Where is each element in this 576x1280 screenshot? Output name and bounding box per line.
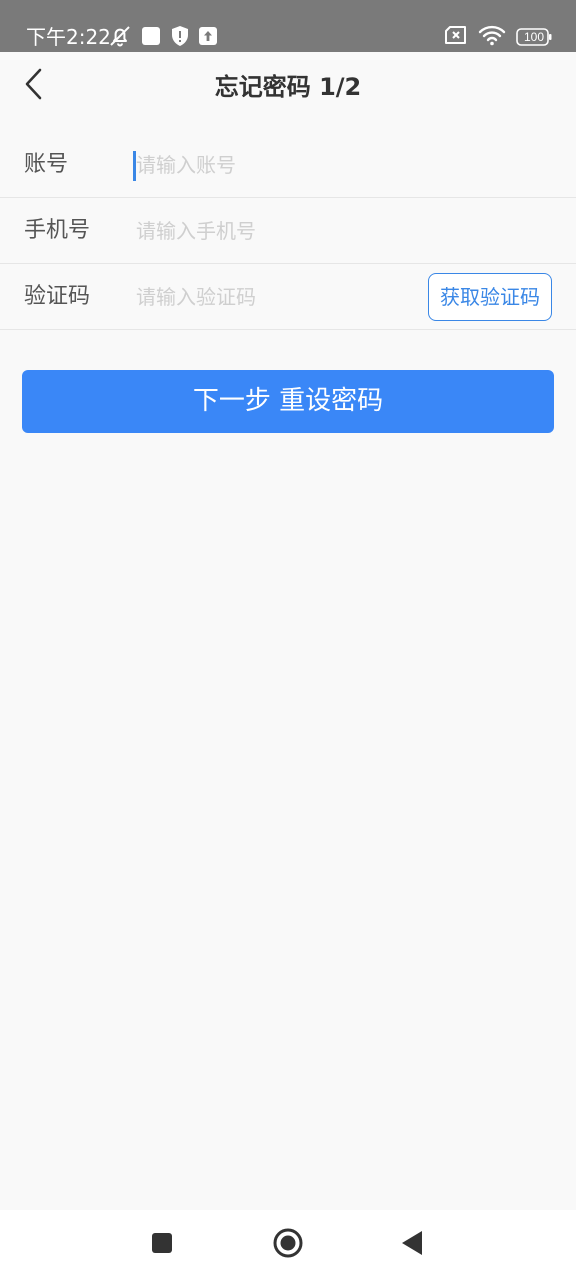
bell-off-icon xyxy=(108,24,132,52)
forgot-password-form: 账号 手机号 验证码 获取验证码 xyxy=(0,132,576,330)
status-right-icons: 100 xyxy=(444,24,552,50)
phone-label: 手机号 xyxy=(24,218,91,243)
home-button[interactable] xyxy=(268,1225,308,1265)
get-code-button[interactable]: 获取验证码 xyxy=(428,273,552,321)
home-circle-icon xyxy=(272,1227,304,1263)
back-button[interactable] xyxy=(14,66,54,106)
recents-square-icon xyxy=(150,1231,174,1259)
chevron-left-icon xyxy=(22,66,46,106)
code-row: 验证码 获取验证码 xyxy=(0,264,576,330)
status-bar: 下午2:22 100 xyxy=(0,0,576,52)
status-time: 下午2:22 xyxy=(26,25,111,49)
back-nav-button[interactable] xyxy=(392,1225,432,1265)
sim-x-icon xyxy=(444,25,468,49)
code-label: 验证码 xyxy=(24,284,91,309)
shield-icon xyxy=(170,25,190,51)
square-icon xyxy=(140,25,162,51)
account-row: 账号 xyxy=(0,132,576,198)
system-nav-bar xyxy=(0,1210,576,1280)
battery-level: 100 xyxy=(523,30,545,44)
phone-row: 手机号 xyxy=(0,198,576,264)
account-label: 账号 xyxy=(24,152,69,177)
page-title: 忘记密码 1/2 xyxy=(214,73,362,101)
battery-icon: 100 xyxy=(516,28,552,46)
text-cursor xyxy=(133,151,136,181)
app-header: 忘记密码 1/2 xyxy=(0,52,576,122)
account-input[interactable] xyxy=(132,142,412,188)
next-reset-password-button[interactable]: 下一步 重设密码 xyxy=(22,370,554,433)
back-triangle-icon xyxy=(400,1230,424,1260)
wifi-icon xyxy=(478,24,506,50)
status-left-icons xyxy=(108,24,218,52)
recents-button[interactable] xyxy=(142,1225,182,1265)
upload-icon xyxy=(198,26,218,50)
phone-input[interactable] xyxy=(132,208,412,254)
code-input[interactable] xyxy=(132,274,382,320)
